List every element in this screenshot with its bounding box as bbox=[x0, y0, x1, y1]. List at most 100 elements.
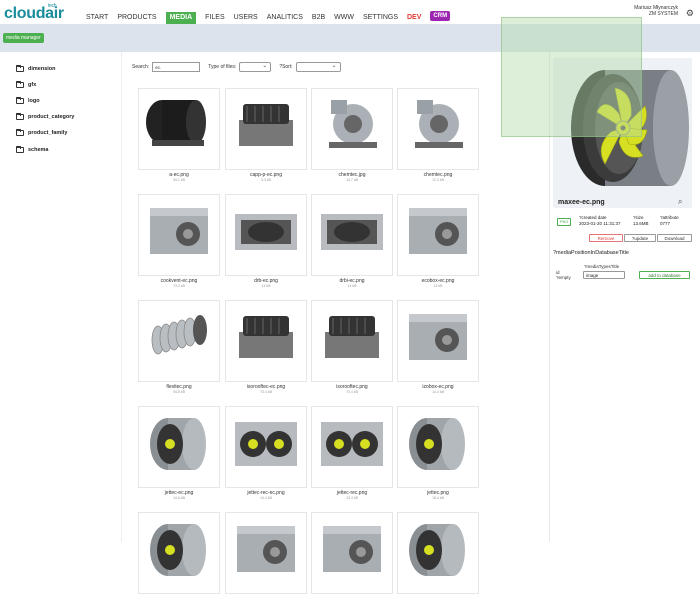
file-size-label: 14.4 kB bbox=[432, 390, 444, 394]
sort-select[interactable] bbox=[295, 62, 341, 72]
folder-item-logo[interactable]: logo bbox=[16, 97, 40, 104]
media-thumbnail[interactable] bbox=[311, 88, 393, 170]
media-thumbnail[interactable] bbox=[397, 300, 479, 382]
folder-icon bbox=[16, 65, 24, 72]
created-date: ?created date 2023-01-20 11:31:37 bbox=[579, 215, 620, 226]
file-size-label: 14 kB bbox=[261, 284, 271, 288]
media-thumbnail[interactable] bbox=[138, 406, 220, 488]
nav-item-crm[interactable]: CRM bbox=[430, 11, 451, 21]
folder-sidebar bbox=[0, 52, 122, 542]
media-thumbnail[interactable] bbox=[311, 512, 393, 594]
folder-icon bbox=[16, 97, 24, 104]
file-size-label: 54.8 kB bbox=[173, 390, 185, 394]
folder-item-product_category[interactable]: product_category bbox=[16, 113, 75, 120]
nav-item-files[interactable]: FILES bbox=[205, 12, 224, 24]
box-fan-icon bbox=[226, 513, 306, 593]
zoom-icon[interactable]: ⌕ bbox=[678, 197, 682, 207]
search-label: Search: bbox=[132, 64, 150, 70]
file-size-label: 3.3 kB bbox=[261, 178, 271, 182]
media-thumbnail[interactable] bbox=[138, 194, 220, 276]
add-to-database-button[interactable]: add to database bbox=[639, 271, 690, 279]
media-thumbnail[interactable] bbox=[397, 88, 479, 170]
drop-zone-overlay[interactable] bbox=[501, 17, 642, 137]
folder-label: product_category bbox=[28, 114, 75, 120]
media-manager-badge[interactable]: media manager bbox=[3, 33, 44, 43]
file-size-label: 14.7 kB bbox=[346, 178, 358, 182]
media-thumbnail[interactable] bbox=[138, 300, 220, 382]
media-type-select[interactable]: image bbox=[583, 271, 625, 279]
file-size-label: 14.6 kB bbox=[173, 496, 185, 500]
nav-item-b2b[interactable]: B2B bbox=[312, 12, 325, 24]
axial-fan-icon bbox=[398, 407, 478, 487]
media-thumbnail[interactable] bbox=[397, 406, 479, 488]
sort-label: ?Sort: bbox=[279, 64, 293, 70]
twin-axial-fan-icon bbox=[226, 407, 306, 487]
nav-item-products[interactable]: PRODUCTS bbox=[117, 12, 156, 24]
nav-item-www[interactable]: WWW bbox=[334, 12, 354, 24]
logo[interactable]: cloudair tech bbox=[4, 3, 64, 23]
media-type-value: image bbox=[586, 273, 599, 278]
logo-subtext: tech bbox=[48, 3, 57, 9]
rectangular-duct-fan-icon bbox=[312, 195, 392, 275]
file-type-badge: PNG bbox=[557, 218, 572, 226]
flexible-duct-icon bbox=[139, 301, 219, 381]
media-thumbnail[interactable] bbox=[138, 88, 220, 170]
twin-axial-fan-icon bbox=[312, 407, 392, 487]
search-input[interactable]: ec. bbox=[152, 62, 201, 72]
nav-item-users[interactable]: USERS bbox=[234, 12, 258, 24]
created-value: 2023-01-20 11:31:37 bbox=[579, 220, 621, 226]
file-size-label: 18.4 kB bbox=[432, 496, 444, 500]
gear-icon[interactable]: ⚙ bbox=[686, 8, 694, 19]
type-select[interactable] bbox=[239, 62, 272, 72]
main-nav: START PRODUCTS MEDIA FILES USERS ANALITICS B2B… bbox=[86, 11, 459, 24]
nav-item-media[interactable]: MEDIA bbox=[165, 12, 197, 24]
roof-fan-icon bbox=[226, 89, 306, 169]
folder-icon bbox=[16, 113, 24, 120]
media-thumbnail[interactable] bbox=[397, 512, 479, 594]
folder-item-product_family[interactable]: product_family bbox=[16, 129, 67, 136]
centrifugal-blower-icon bbox=[312, 89, 392, 169]
file-size-label: 14.4 kB bbox=[260, 496, 272, 500]
media-types-title: ?mediaTypesTitle bbox=[584, 264, 620, 269]
nav-item-dev[interactable]: DEV bbox=[407, 12, 421, 24]
filter-bar: Search: ec. Type of files: ?Sort: bbox=[132, 62, 349, 72]
media-thumbnail[interactable] bbox=[225, 88, 307, 170]
media-thumbnail[interactable] bbox=[225, 194, 307, 276]
box-fan-icon bbox=[398, 195, 478, 275]
attribute-value: 0777 bbox=[660, 220, 671, 226]
file-size-label: 73.4 kB bbox=[260, 390, 272, 394]
update-button[interactable]: ?update bbox=[624, 234, 656, 242]
download-button[interactable]: Download bbox=[657, 234, 692, 242]
media-thumbnail[interactable] bbox=[225, 406, 307, 488]
centrifugal-tube-fan-icon bbox=[139, 89, 219, 169]
folder-item-gfx[interactable]: gfx bbox=[16, 81, 37, 88]
axial-fan-icon bbox=[139, 407, 219, 487]
nav-item-analitics[interactable]: ANALITICS bbox=[267, 12, 303, 24]
folder-label: dimension bbox=[28, 66, 56, 72]
nav-item-settings[interactable]: SETTINGS bbox=[363, 12, 398, 24]
folder-item-schema[interactable]: schema bbox=[16, 146, 49, 153]
nav-item-start[interactable]: START bbox=[86, 12, 108, 24]
box-fan-icon bbox=[398, 301, 478, 381]
media-thumbnail[interactable] bbox=[311, 300, 393, 382]
file-size-label: 34.1 kB bbox=[173, 178, 185, 182]
remove-button[interactable]: Remove bbox=[589, 234, 623, 242]
file-size-label: 12.3 kB bbox=[432, 178, 444, 182]
roof-fan-icon bbox=[312, 301, 392, 381]
media-thumbnail[interactable] bbox=[225, 300, 307, 382]
box-fan-icon bbox=[139, 195, 219, 275]
folder-label: gfx bbox=[28, 82, 37, 88]
type-label: Type of files: bbox=[208, 64, 237, 70]
folder-item-dimension[interactable]: dimension bbox=[16, 65, 56, 72]
roof-fan-icon bbox=[226, 301, 306, 381]
media-thumbnail[interactable] bbox=[311, 194, 393, 276]
user-info[interactable]: Mariusz Młynarczyk ZM SYSTEM bbox=[634, 5, 678, 17]
media-thumbnail[interactable] bbox=[138, 512, 220, 594]
media-thumbnail[interactable] bbox=[225, 512, 307, 594]
folder-label: schema bbox=[28, 147, 49, 153]
media-thumbnail[interactable] bbox=[397, 194, 479, 276]
file-size-label: 73.3 kB bbox=[173, 284, 185, 288]
media-thumbnail[interactable] bbox=[311, 406, 393, 488]
file-size-label: 73.4 kB bbox=[346, 390, 358, 394]
axial-fan-icon bbox=[398, 513, 478, 593]
